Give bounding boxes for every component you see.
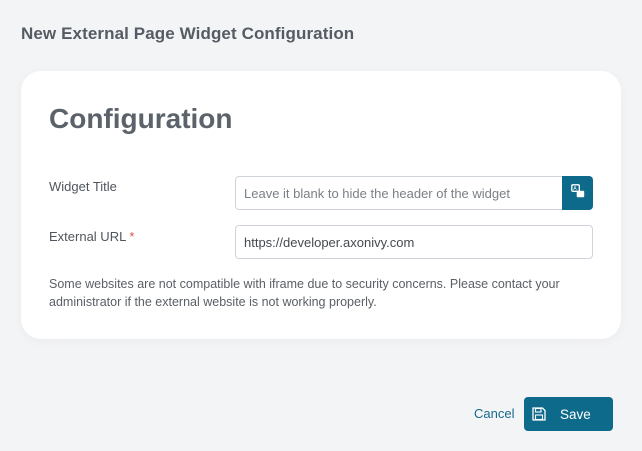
external-url-input[interactable] [235,225,593,259]
cancel-button[interactable]: Cancel [474,406,514,421]
translate-button[interactable]: A [562,176,593,210]
widget-title-input[interactable] [235,176,562,210]
save-button[interactable]: Save [524,397,613,431]
translate-icon: A [570,183,585,203]
card-title: Configuration [49,103,233,134]
dialog-title: New External Page Widget Configuration [21,24,355,43]
external-url-label-text: External URL [49,229,127,244]
widget-title-label: Widget Title [49,179,117,194]
save-icon [532,407,546,421]
configuration-card: Configuration Widget Title A External UR… [21,71,621,339]
svg-text:A: A [573,186,577,192]
required-marker: * [129,229,135,244]
widget-configuration-dialog: New External Page Widget Configuration C… [0,0,642,451]
widget-title-label-text: Widget Title [49,179,117,194]
external-url-label: External URL * [49,229,134,244]
iframe-compatibility-note: Some websites are not compatible with if… [49,277,560,309]
save-button-label: Save [560,406,591,422]
